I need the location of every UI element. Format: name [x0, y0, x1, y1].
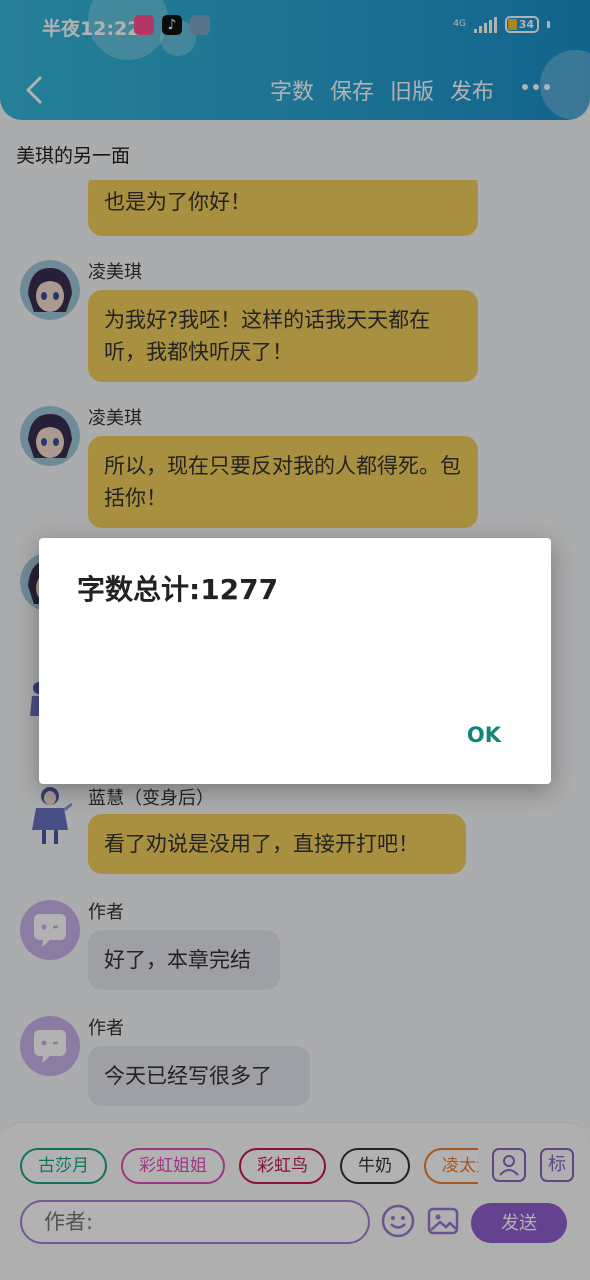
word-count-dialog: 字数总计:1277 OK — [39, 538, 551, 784]
ok-button[interactable]: OK — [467, 723, 501, 747]
dialog-title: 字数总计:1277 — [77, 573, 279, 606]
